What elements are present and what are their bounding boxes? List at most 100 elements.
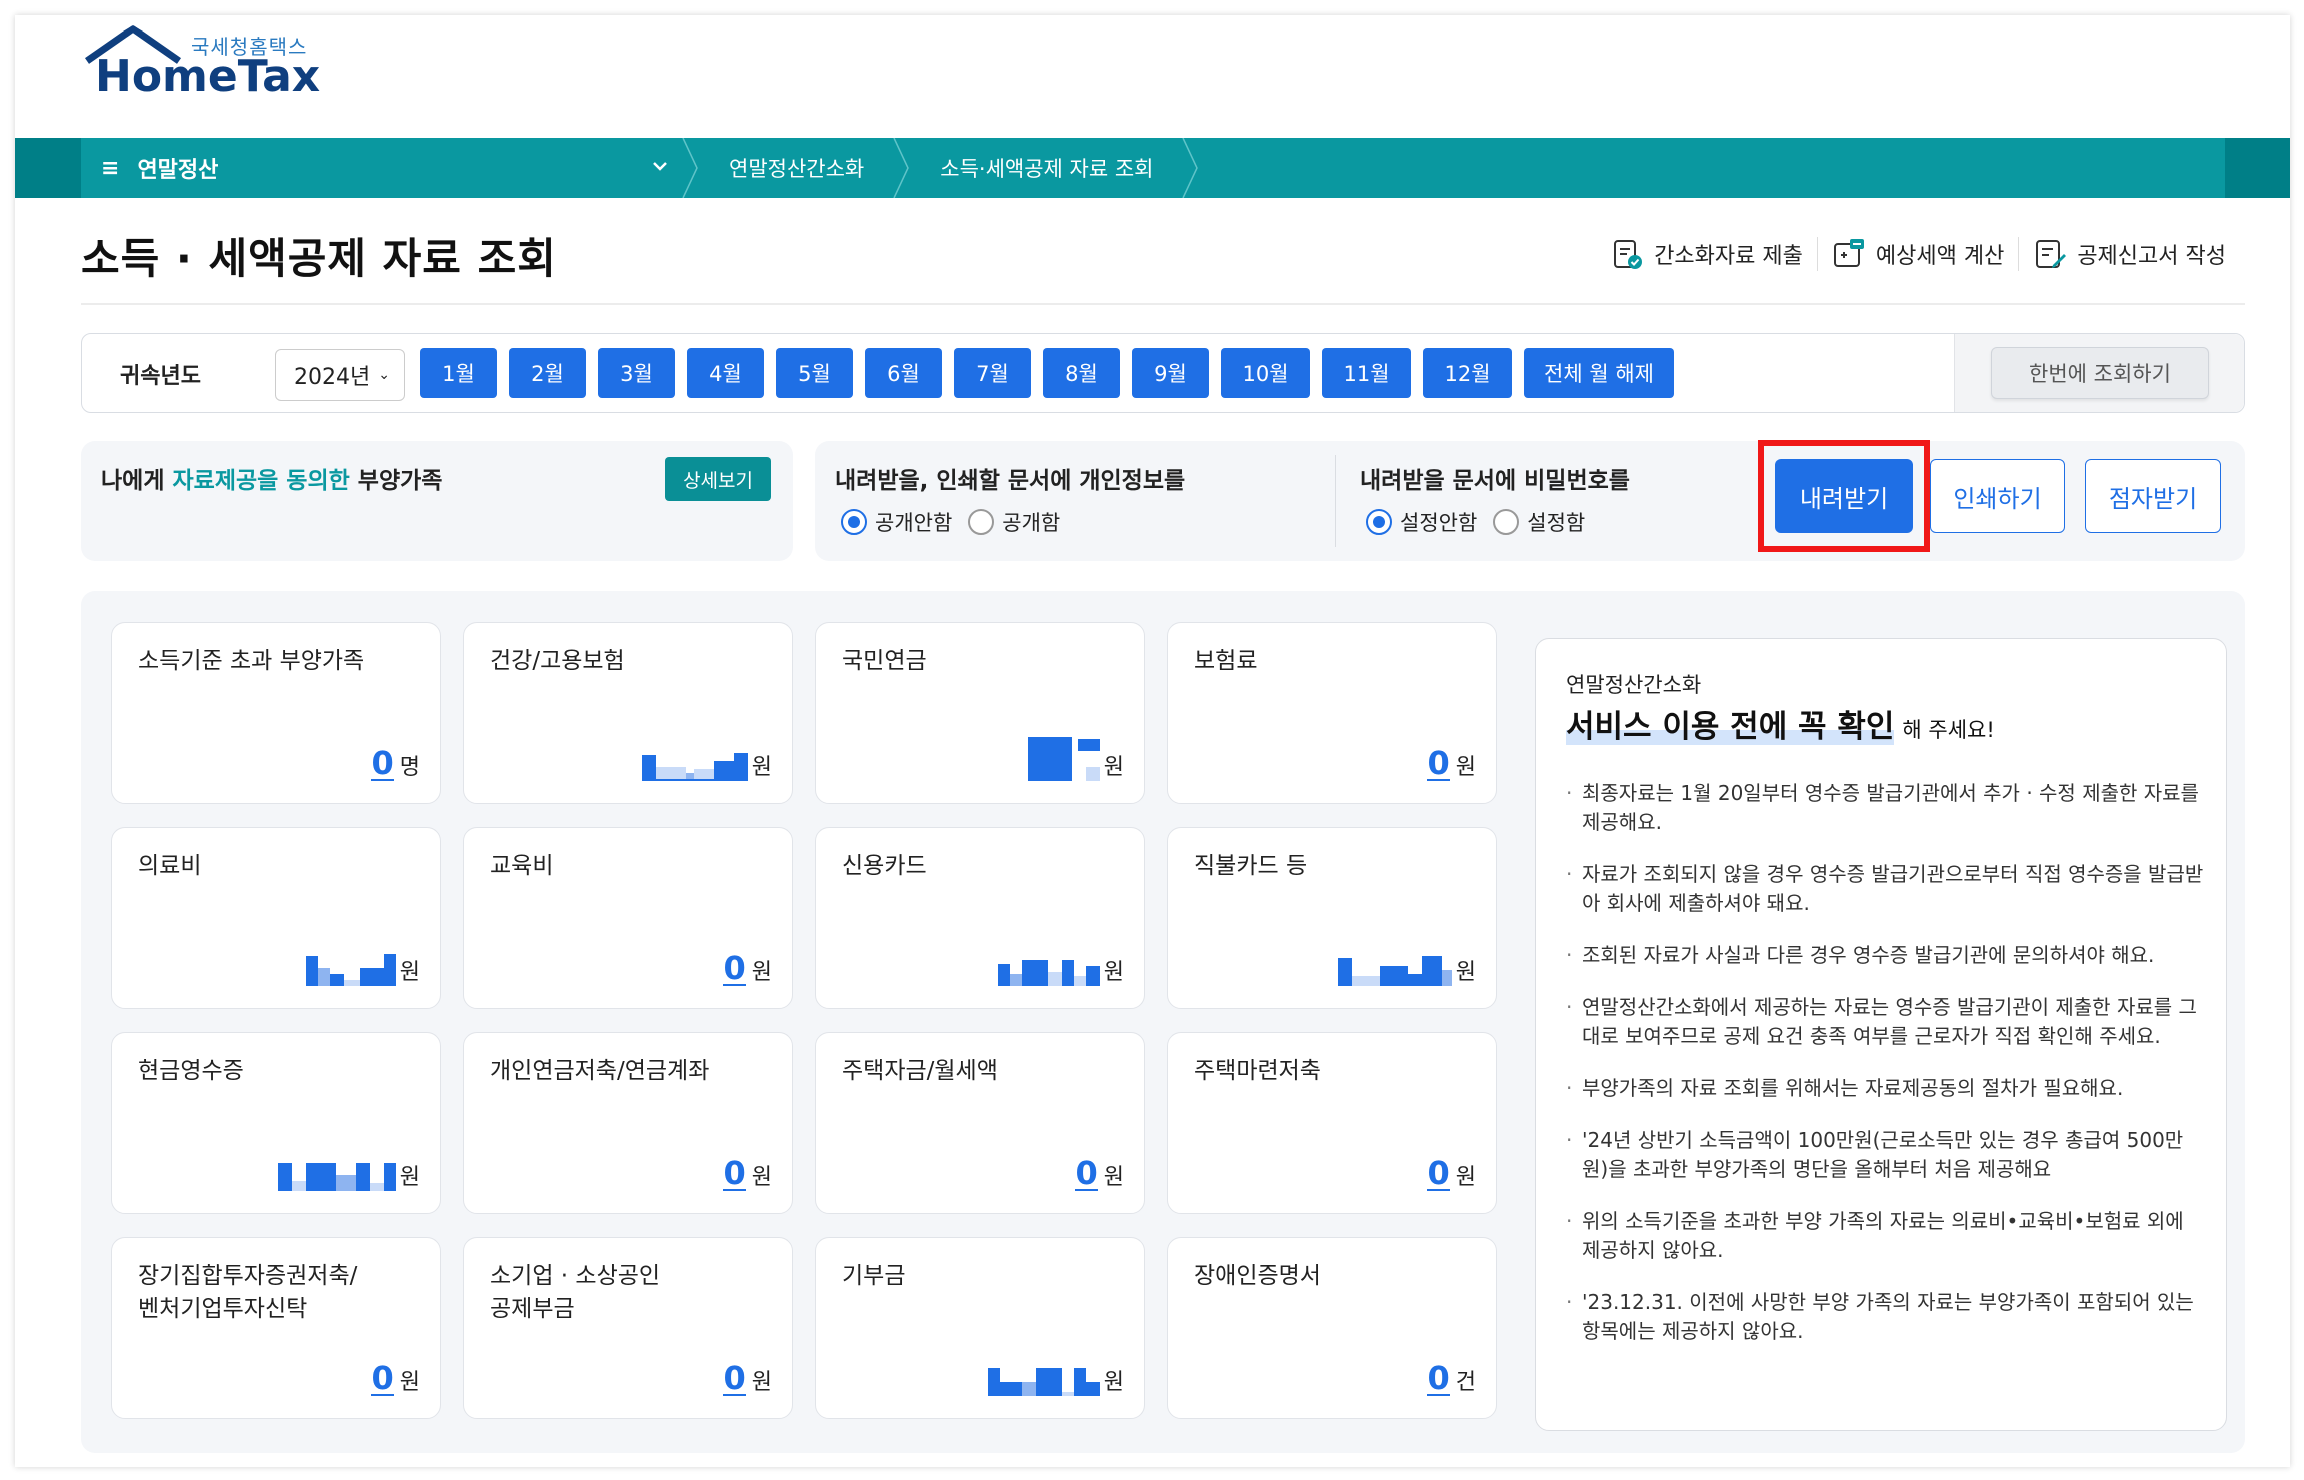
top-action-label: 간소화자료 제출 <box>1654 244 1803 269</box>
card-unit: 원 <box>1103 1370 1124 1395</box>
query-area: 한번에 조회하기 <box>1954 334 2244 412</box>
privacy-option-label: 공개안함 <box>875 511 953 535</box>
card-value: 원 <box>641 749 772 781</box>
month-button-1[interactable]: 1월 <box>420 348 497 398</box>
query-all-button[interactable]: 한번에 조회하기 <box>1991 347 2209 399</box>
card-title: 장기집합투자증권저축/ 벤처기업투자신탁 <box>138 1263 358 1322</box>
card-title: 장애인증명서 <box>1194 1263 1321 1289</box>
braille-button[interactable]: 점자받기 <box>2085 459 2221 533</box>
password-option-label: 설정함 <box>1527 511 1586 535</box>
card-value: 원 <box>997 954 1124 986</box>
breadcrumb-item-2[interactable]: 소득·세액공제 자료 조회 <box>912 138 1181 198</box>
nav-menu-label: 연말정산 <box>137 158 219 183</box>
notice-subtitle: 연말정산간소화 <box>1566 673 1702 697</box>
year-select[interactable]: 2024년 ⌄ <box>275 349 405 401</box>
notice-list: 최종자료는 1월 20일부터 영수증 발급기관에서 추가 · 수정 제출한 자료… <box>1566 779 2206 1369</box>
nav-menu-dropdown[interactable]: ≡ 연말정산 <box>81 138 681 198</box>
nav-bar: ≡ 연말정산 연말정산간소화 소득·세액공제 자료 조회 <box>15 138 2290 198</box>
month-button-10[interactable]: 10월 <box>1221 348 1310 398</box>
card-amount[interactable]: 0 <box>1427 1157 1450 1191</box>
card-value: 원 <box>1027 737 1124 781</box>
detail-view-button[interactable]: 상세보기 <box>665 457 771 501</box>
card-amount[interactable]: 0 <box>1427 1362 1450 1396</box>
download-button[interactable]: 내려받기 <box>1775 459 1913 533</box>
card-amount[interactable]: 0 <box>723 952 746 986</box>
masked-amount[interactable] <box>1337 956 1452 986</box>
card-health-employment-insurance[interactable]: 건강/고용보험 원 <box>463 622 793 804</box>
card-unit: 원 <box>751 960 772 985</box>
password-radio-set[interactable] <box>1493 509 1520 535</box>
card-value: 원 <box>277 1159 420 1191</box>
chevron-down-icon <box>651 156 669 180</box>
dependents-text: 나에게 자료제공을 동의한 부양가족 <box>101 461 442 495</box>
card-personal-pension[interactable]: 개인연금저축/연금계좌 0원 <box>463 1032 793 1214</box>
card-disability-certificate[interactable]: 장애인증명서 0건 <box>1167 1237 1497 1419</box>
masked-amount[interactable] <box>305 954 396 986</box>
masked-amount[interactable] <box>641 753 748 781</box>
notice-item: 최종자료는 1월 20일부터 영수증 발급기관에서 추가 · 수정 제출한 자료… <box>1566 779 2206 837</box>
estimate-tax-link[interactable]: 예상세액 계산 <box>1816 237 2018 271</box>
month-button-8[interactable]: 8월 <box>1043 348 1120 398</box>
top-action-label: 공제신고서 작성 <box>2077 244 2226 269</box>
month-button-2[interactable]: 2월 <box>509 348 586 398</box>
hamburger-icon: ≡ <box>101 155 120 181</box>
month-button-9[interactable]: 9월 <box>1132 348 1209 398</box>
month-button-5[interactable]: 5월 <box>776 348 853 398</box>
top-actions: 간소화자료 제출 예상세액 계산 공제신고서 작성 <box>1596 237 2240 271</box>
month-button-7[interactable]: 7월 <box>954 348 1031 398</box>
card-title: 주택자금/월세액 <box>842 1058 998 1084</box>
card-amount[interactable]: 0 <box>371 747 394 781</box>
card-amount[interactable]: 0 <box>723 1362 746 1396</box>
privacy-radio-show[interactable] <box>968 509 995 535</box>
card-housing-savings[interactable]: 주택마련저축 0원 <box>1167 1032 1497 1214</box>
card-amount[interactable]: 0 <box>1427 747 1450 781</box>
card-amount[interactable]: 0 <box>371 1362 394 1396</box>
hometax-logo[interactable]: 국세청홈택스 HomeTax <box>81 21 321 111</box>
masked-amount[interactable] <box>997 960 1100 986</box>
card-unit: 원 <box>1103 1165 1124 1190</box>
month-button-4[interactable]: 4월 <box>687 348 764 398</box>
card-value: 0원 <box>723 1362 772 1396</box>
notice-item: 위의 소득기준을 초과한 부양 가족의 자료는 의료비•교육비•보험료 외에 제… <box>1566 1207 2206 1265</box>
card-insurance-premium[interactable]: 보험료 0원 <box>1167 622 1497 804</box>
card-unit: 원 <box>1103 960 1124 985</box>
card-education-expenses[interactable]: 교육비 0원 <box>463 827 793 1009</box>
card-debit-card[interactable]: 직불카드 등 원 <box>1167 827 1497 1009</box>
card-excess-income-dependents[interactable]: 소득기준 초과 부양가족 0명 <box>111 622 441 804</box>
card-amount[interactable]: 0 <box>723 1157 746 1191</box>
clear-all-months-button[interactable]: 전체 월 해제 <box>1524 348 1674 398</box>
card-cash-receipt[interactable]: 현금영수증 원 <box>111 1032 441 1214</box>
month-button-6[interactable]: 6월 <box>865 348 942 398</box>
card-housing-rent[interactable]: 주택자금/월세액 0원 <box>815 1032 1145 1214</box>
card-unit: 원 <box>1103 755 1124 780</box>
card-medical-expenses[interactable]: 의료비 원 <box>111 827 441 1009</box>
card-small-business-mutual-aid[interactable]: 소기업 · 소상공인 공제부금 0원 <box>463 1237 793 1419</box>
password-radio-none[interactable] <box>1366 509 1392 535</box>
page-frame: 국세청홈택스 HomeTax ≡ 연말정산 연말정산간소화 소득·세액공제 자료… <box>15 15 2290 1467</box>
card-unit: 원 <box>1455 1165 1476 1190</box>
notice-item: 부양가족의 자료 조회를 위해서는 자료제공동의 절차가 필요해요. <box>1566 1074 2206 1103</box>
notice-item: 조회된 자료가 사실과 다른 경우 영수증 발급기관에 문의하셔야 해요. <box>1566 941 2206 970</box>
card-title: 국민연금 <box>842 648 927 674</box>
write-deduction-form-link[interactable]: 공제신고서 작성 <box>2018 237 2240 271</box>
card-national-pension[interactable]: 국민연금 원 <box>815 622 1145 804</box>
privacy-radio-hide[interactable] <box>841 509 867 535</box>
month-button-12[interactable]: 12월 <box>1423 348 1512 398</box>
masked-amount[interactable] <box>277 1163 396 1191</box>
breadcrumb-separator <box>1181 138 1201 198</box>
dependents-text-suffix: 부양가족 <box>349 468 443 494</box>
card-credit-card[interactable]: 신용카드 원 <box>815 827 1145 1009</box>
breadcrumb-item-1[interactable]: 연말정산간소화 <box>701 138 892 198</box>
card-donation[interactable]: 기부금 원 <box>815 1237 1145 1419</box>
password-option-label: 설정안함 <box>1400 511 1478 535</box>
submit-simplified-data-link[interactable]: 간소화자료 제출 <box>1596 237 1817 271</box>
print-button[interactable]: 인쇄하기 <box>1930 459 2065 533</box>
masked-amount[interactable] <box>987 1368 1100 1396</box>
month-button-11[interactable]: 11월 <box>1322 348 1411 398</box>
card-long-term-fund[interactable]: 장기집합투자증권저축/ 벤처기업투자신탁 0원 <box>111 1237 441 1419</box>
month-button-3[interactable]: 3월 <box>598 348 675 398</box>
card-amount[interactable]: 0 <box>1075 1157 1098 1191</box>
masked-amount[interactable] <box>1027 737 1100 781</box>
card-value: 0원 <box>1427 747 1476 781</box>
breadcrumb-separator <box>681 138 701 198</box>
